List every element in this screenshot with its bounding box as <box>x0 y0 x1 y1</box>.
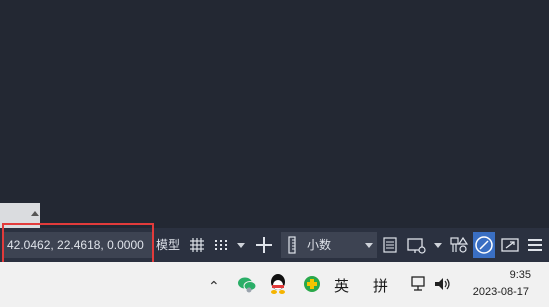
chevron-down-icon <box>365 243 373 248</box>
network-icon[interactable] <box>409 274 429 294</box>
show-hidden-icons-chevron-icon[interactable]: ⌃ <box>208 278 220 295</box>
units-dropdown[interactable]: 小数 <box>281 232 377 258</box>
green-app-icon[interactable] <box>301 273 323 295</box>
properties-button[interactable] <box>379 232 401 258</box>
properties-list-icon <box>383 237 397 253</box>
workspace-screen-icon <box>407 238 426 254</box>
highlight-box <box>2 223 154 267</box>
hamburger-menu-icon <box>528 239 542 251</box>
model-space-button[interactable]: 模型 <box>154 232 182 258</box>
qq-icon[interactable] <box>267 272 289 296</box>
workspace-dropdown[interactable] <box>404 232 444 258</box>
fullscreen-button[interactable] <box>498 232 522 258</box>
clock-date: 2023-08-17 <box>472 286 529 298</box>
clean-screen-icon <box>475 236 493 254</box>
crosshair-icon <box>256 237 272 253</box>
grid-icon <box>190 238 204 252</box>
clean-screen-toggle[interactable] <box>473 232 495 258</box>
fullscreen-icon <box>501 238 519 252</box>
chevron-down-icon <box>237 243 245 248</box>
scroll-up-arrow-icon[interactable] <box>31 211 39 216</box>
speaker-icon[interactable] <box>432 274 452 294</box>
clock-time: 9:35 <box>509 269 531 281</box>
annotation-visibility-button[interactable] <box>447 232 471 258</box>
annotation-shapes-icon <box>450 236 469 253</box>
snap-mode-dropdown[interactable] <box>210 232 248 258</box>
customization-menu-button[interactable] <box>523 232 547 258</box>
grid-toggle-button[interactable] <box>185 232 209 258</box>
ruler-icon <box>288 236 296 254</box>
snap-dots-icon <box>215 240 227 250</box>
ime-language-indicator[interactable]: 英 <box>334 275 349 296</box>
windows-taskbar: ⌃ 英 拼 9:35 2023-08-17 <box>0 262 549 307</box>
ime-pinyin-indicator[interactable]: 拼 <box>373 275 388 296</box>
drawing-canvas[interactable] <box>0 0 549 228</box>
wechat-icon[interactable] <box>236 274 258 294</box>
units-label: 小数 <box>307 238 332 252</box>
crosshair-button[interactable] <box>252 232 276 258</box>
chevron-down-icon <box>434 243 442 248</box>
